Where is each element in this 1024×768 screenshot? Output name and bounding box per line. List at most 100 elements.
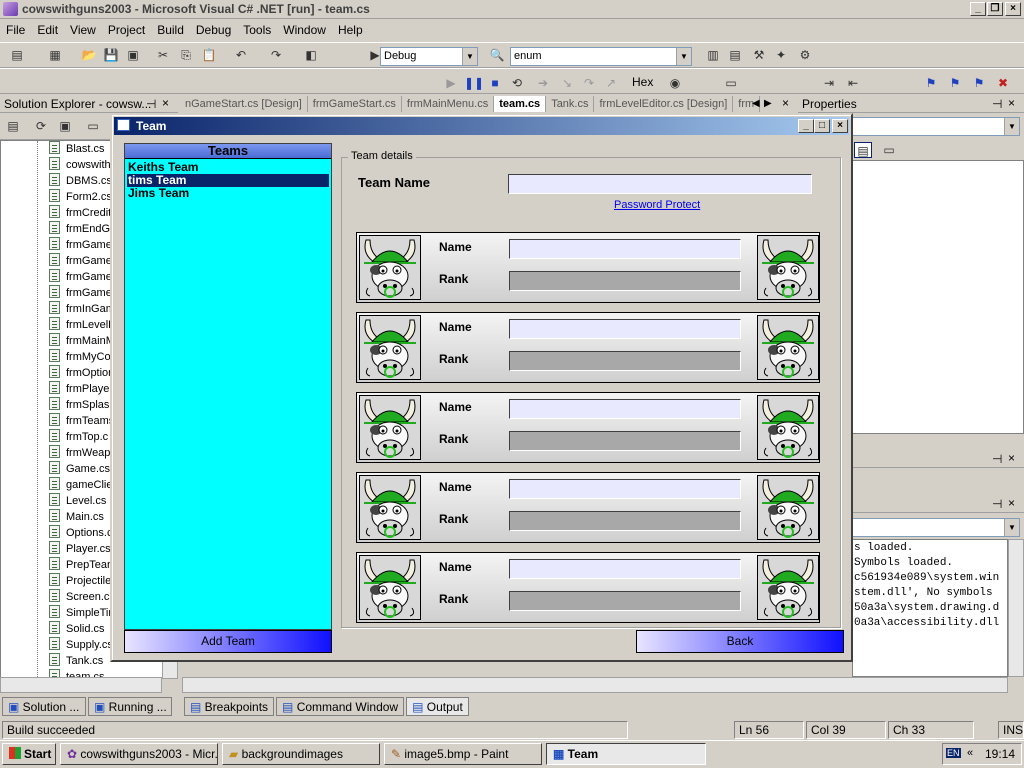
tree-item[interactable]: DBMS.cs bbox=[49, 173, 112, 189]
cut-icon[interactable]: ✂ bbox=[154, 47, 172, 63]
taskbar-item-paint[interactable]: ✎ image5.bmp - Paint bbox=[384, 743, 542, 765]
tree-item[interactable]: Solid.cs bbox=[49, 621, 105, 637]
tree-item[interactable]: frmGame bbox=[49, 285, 112, 301]
tree-item[interactable]: frmTeams bbox=[49, 413, 114, 429]
close-icon[interactable]: × bbox=[1008, 496, 1015, 510]
bottom-tab-left[interactable]: ▣ Solution ... bbox=[2, 697, 86, 716]
property-pages-icon[interactable]: ▤ bbox=[854, 142, 872, 158]
show-all-files-icon[interactable]: ▣ bbox=[56, 118, 74, 134]
tree-item[interactable]: Player.cs bbox=[49, 541, 111, 557]
output-source-select[interactable]: ▼ bbox=[852, 518, 1020, 537]
undo-icon[interactable]: ↶ bbox=[232, 47, 250, 63]
indent-icon[interactable]: ⇥ bbox=[820, 75, 838, 91]
cow-avatar-icon[interactable] bbox=[757, 475, 819, 540]
tree-item[interactable]: frmWeap bbox=[49, 445, 110, 461]
tree-item[interactable]: frmMainM bbox=[49, 333, 115, 349]
player-name-input[interactable] bbox=[509, 399, 741, 419]
tree-item[interactable]: cowswith bbox=[49, 157, 111, 173]
cow-avatar-icon[interactable] bbox=[359, 555, 421, 620]
pin-icon[interactable]: ⊣ bbox=[992, 97, 1002, 111]
refresh-icon[interactable]: ⟳ bbox=[32, 118, 50, 134]
find-combo[interactable]: enum ▼ bbox=[510, 47, 692, 66]
tab-scroll-right-icon[interactable]: ▶ bbox=[764, 98, 772, 109]
clear-bookmarks-icon[interactable]: ⚑ bbox=[970, 75, 988, 91]
password-protect-link[interactable]: Password Protect bbox=[614, 199, 700, 211]
breakpoints-icon[interactable]: ◉ bbox=[666, 75, 684, 91]
player-name-input[interactable] bbox=[509, 239, 741, 259]
document-tab[interactable]: nGameStart.cs [Design] bbox=[180, 96, 308, 112]
tree-item[interactable]: Game.cs bbox=[49, 461, 110, 477]
cow-avatar-icon[interactable] bbox=[757, 315, 819, 380]
navigate-icon[interactable]: ◧ bbox=[302, 47, 320, 63]
bottom-tab[interactable]: ▤ Breakpoints bbox=[184, 697, 275, 716]
step-over-icon[interactable]: ↷ bbox=[580, 75, 598, 91]
menu-window[interactable]: Window bbox=[277, 20, 332, 37]
add-team-button[interactable]: Add Team bbox=[124, 630, 332, 653]
pin-icon[interactable]: ⊣ bbox=[146, 97, 156, 111]
view-code-icon[interactable]: ▭ bbox=[84, 118, 102, 134]
output-vscrollbar[interactable] bbox=[1008, 539, 1024, 677]
bookmark-icon[interactable]: ⚑ bbox=[922, 75, 940, 91]
back-button[interactable]: Back bbox=[636, 630, 844, 653]
solution-explorer-icon[interactable]: ▥ bbox=[704, 47, 722, 63]
tree-item[interactable]: Form2.cs bbox=[49, 189, 112, 205]
tree-item[interactable]: frmOption bbox=[49, 365, 114, 381]
close-document-icon[interactable]: × bbox=[782, 96, 789, 110]
properties-icon[interactable]: ▤ bbox=[726, 47, 744, 63]
start-button[interactable]: Start bbox=[2, 743, 56, 765]
tree-item[interactable]: frmInGam bbox=[49, 301, 115, 317]
document-tab[interactable]: team.cs bbox=[494, 96, 547, 112]
categorized-icon[interactable]: ▭ bbox=[880, 142, 898, 158]
tree-item[interactable]: frmLevelE bbox=[49, 317, 116, 333]
document-tab[interactable]: frmLevelEditor.cs [Design] bbox=[594, 96, 734, 112]
menu-tools[interactable]: Tools bbox=[237, 20, 277, 37]
tree-item[interactable]: frmGame bbox=[49, 269, 112, 285]
pin-icon[interactable]: ⊣ bbox=[992, 452, 1002, 466]
tree-item[interactable]: frmEndGa bbox=[49, 221, 116, 237]
pause-icon[interactable]: ❚❚ bbox=[464, 75, 484, 91]
tree-item[interactable]: Supply.cs bbox=[49, 637, 113, 653]
tree-hscrollbar[interactable] bbox=[0, 677, 162, 693]
tree-item[interactable]: frmSplash bbox=[49, 397, 116, 413]
menu-project[interactable]: Project bbox=[102, 20, 151, 37]
tree-item[interactable]: Projectile bbox=[49, 573, 111, 589]
tree-item[interactable]: frmTop.c bbox=[49, 429, 108, 445]
paste-icon[interactable]: 📋 bbox=[200, 47, 218, 63]
continue-icon[interactable]: ▶ bbox=[442, 75, 460, 91]
close-icon[interactable]: × bbox=[162, 96, 169, 110]
cow-avatar-icon[interactable] bbox=[359, 475, 421, 540]
save-all-icon[interactable]: ▣ bbox=[124, 47, 142, 63]
tray-expand-icon[interactable]: « bbox=[967, 747, 973, 759]
taskbar-item-vs[interactable]: ✿ cowswithguns2003 - Micr... bbox=[60, 743, 218, 765]
toolbox-icon[interactable]: ⚒ bbox=[750, 47, 768, 63]
team-name-input[interactable] bbox=[508, 174, 812, 194]
tree-item[interactable]: Level.cs bbox=[49, 493, 106, 509]
properties-object-select[interactable]: ▼ bbox=[852, 117, 1020, 136]
copy-icon[interactable]: ⎘ bbox=[177, 47, 195, 63]
dialog-close-button[interactable]: × bbox=[832, 119, 848, 133]
tree-item[interactable]: frmCredit bbox=[49, 205, 111, 221]
pin-icon[interactable]: ⊣ bbox=[992, 497, 1002, 511]
macro-icon[interactable]: ⚙ bbox=[796, 47, 814, 63]
taskbar-item-team[interactable]: ▦ Team bbox=[546, 743, 706, 765]
open-icon[interactable]: 📂 bbox=[80, 47, 98, 63]
close-icon[interactable]: × bbox=[1008, 96, 1015, 110]
tree-item[interactable]: PrepTear bbox=[49, 557, 111, 573]
tree-item[interactable]: Options.c bbox=[49, 525, 112, 541]
new-project-icon[interactable]: ▤ bbox=[8, 47, 26, 63]
tree-item[interactable]: Tank.cs bbox=[49, 653, 103, 669]
properties-icon[interactable]: ▤ bbox=[4, 118, 22, 134]
restart-icon[interactable]: ⟲ bbox=[508, 75, 526, 91]
cow-avatar-icon[interactable] bbox=[359, 235, 421, 300]
menu-edit[interactable]: Edit bbox=[31, 20, 64, 37]
restore-button[interactable]: ❐ bbox=[987, 2, 1003, 16]
class-view-icon[interactable]: ✦ bbox=[772, 47, 790, 63]
cow-avatar-icon[interactable] bbox=[359, 315, 421, 380]
taskbar-item-folder[interactable]: ▰ backgroundimages bbox=[222, 743, 380, 765]
tree-item[interactable]: Blast.cs bbox=[49, 141, 105, 157]
comment-icon[interactable]: ▭ bbox=[722, 75, 740, 91]
editor-hscrollbar[interactable] bbox=[182, 677, 1008, 693]
tree-item[interactable]: frmGame bbox=[49, 237, 112, 253]
dialog-maximize-button[interactable]: □ bbox=[814, 119, 830, 133]
config-select[interactable]: Debug ▼ bbox=[380, 47, 478, 66]
